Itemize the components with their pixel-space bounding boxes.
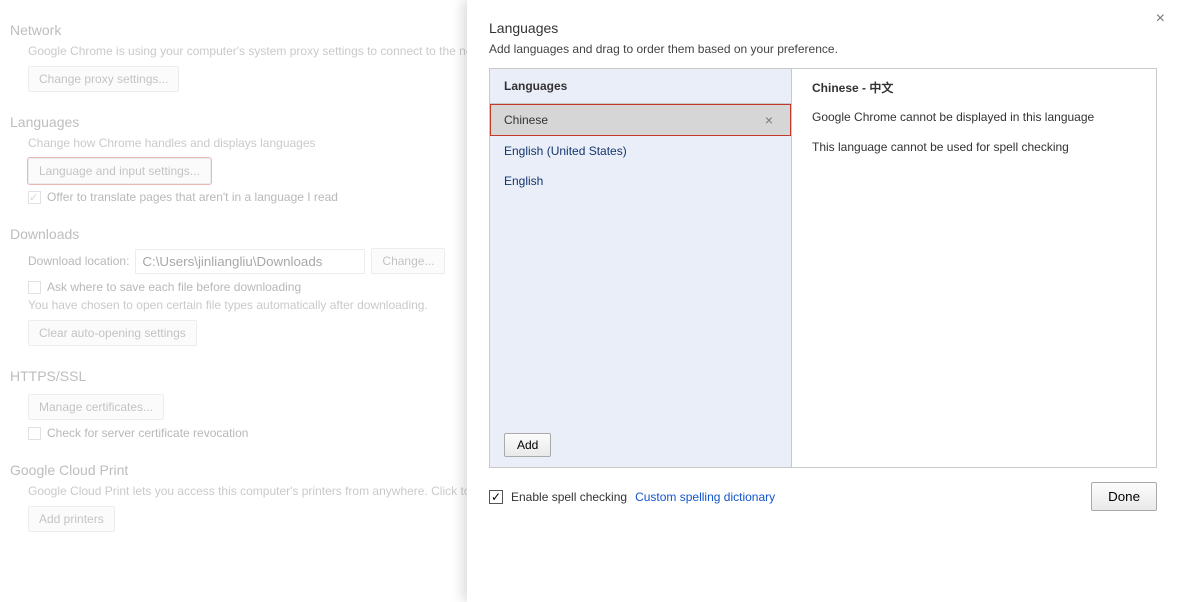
cert-revoke-label: Check for server certificate revocation <box>47 426 248 440</box>
dialog-footer: Enable spell checking Custom spelling di… <box>467 468 1179 521</box>
languages-list: Chinese × English (United States) English <box>490 104 791 423</box>
languages-list-panel: Languages Chinese × English (United States… <box>490 69 792 467</box>
language-item-label: English <box>504 174 543 188</box>
spellcheck-note: This language cannot be used for spell c… <box>812 140 1136 154</box>
enable-spell-label: Enable spell checking <box>511 490 627 504</box>
add-printers-button[interactable]: Add printers <box>28 506 115 532</box>
selected-language-title: Chinese - 中文 <box>812 79 1136 96</box>
close-icon[interactable]: × <box>1156 10 1165 28</box>
download-change-button[interactable]: Change... <box>371 248 445 274</box>
cert-revoke-checkbox[interactable] <box>28 427 41 440</box>
ask-save-label: Ask where to save each file before downl… <box>47 280 301 294</box>
language-item[interactable]: English (United States) <box>490 136 791 166</box>
language-detail-panel: Chinese - 中文 Google Chrome cannot be dis… <box>792 69 1156 467</box>
change-proxy-button[interactable]: Change proxy settings... <box>28 66 179 92</box>
translate-checkbox[interactable] <box>28 191 41 204</box>
languages-pane: Languages Chinese × English (United States… <box>489 68 1157 468</box>
language-item-label: English (United States) <box>504 144 627 158</box>
enable-spell-checkbox[interactable] <box>489 490 503 504</box>
language-item[interactable]: English <box>490 166 791 196</box>
ask-save-checkbox[interactable] <box>28 281 41 294</box>
clear-auto-open-button[interactable]: Clear auto-opening settings <box>28 320 197 346</box>
display-lang-note: Google Chrome cannot be displayed in thi… <box>812 110 1136 124</box>
dialog-subtitle: Add languages and drag to order them bas… <box>467 42 1179 68</box>
translate-label: Offer to translate pages that aren't in … <box>47 190 338 204</box>
add-language-button[interactable]: Add <box>504 433 551 457</box>
language-item[interactable]: Chinese × <box>490 104 791 136</box>
dialog-title: Languages <box>467 0 1179 42</box>
remove-language-icon[interactable]: × <box>761 112 777 128</box>
download-location-input[interactable] <box>135 249 365 274</box>
download-location-label: Download location: <box>28 254 129 268</box>
language-item-label: Chinese <box>504 113 548 127</box>
custom-dictionary-link[interactable]: Custom spelling dictionary <box>635 490 775 504</box>
languages-dialog: × Languages Add languages and drag to or… <box>467 0 1179 602</box>
manage-certs-button[interactable]: Manage certificates... <box>28 394 164 420</box>
language-input-settings-button[interactable]: Language and input settings... <box>28 158 211 184</box>
done-button[interactable]: Done <box>1091 482 1157 511</box>
languages-column-header: Languages <box>490 69 791 104</box>
